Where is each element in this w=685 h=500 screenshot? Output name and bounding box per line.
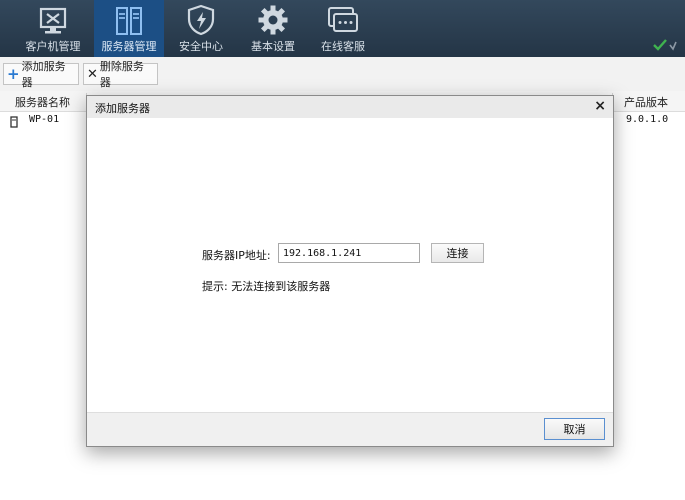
close-icon[interactable]: × [594, 98, 606, 114]
server-ip-label: 服务器IP地址: [202, 249, 271, 262]
check-icon [669, 36, 677, 55]
dialog-title-bar[interactable]: 添加服务器 × [87, 96, 613, 119]
chat-icon [323, 0, 363, 36]
shield-icon [181, 0, 221, 36]
add-server-button[interactable]: + 添加服务器 [3, 60, 79, 89]
top-nav-bar: 客户机管理 服务器管理 安全中心 基本设置 在线客服 [0, 0, 685, 57]
connection-tip: 提示: 无法连接到该服务器 [202, 280, 331, 293]
server-ip-input[interactable] [278, 243, 420, 263]
nav-label: 客户机管理 [25, 40, 81, 53]
toolbar: + 添加服务器 ✕ 删除服务器 [0, 57, 685, 92]
server-name-cell: WP-01 [29, 114, 60, 125]
dialog-body: 服务器IP地址: 连接 提示: 无法连接到该服务器 [87, 118, 613, 414]
add-server-label: 添加服务器 [21, 60, 66, 89]
server-icon [109, 0, 149, 36]
nav-item-basic-settings[interactable]: 基本设置 [242, 0, 304, 57]
nav-label: 服务器管理 [101, 40, 157, 53]
nav-item-security-center[interactable]: 安全中心 [170, 0, 232, 57]
nav-item-online-support[interactable]: 在线客服 [312, 0, 374, 57]
cancel-button[interactable]: 取消 [544, 418, 605, 440]
nav-item-client-management[interactable]: 客户机管理 [15, 0, 91, 57]
nav-label: 在线客服 [321, 40, 365, 53]
column-header-server-name[interactable]: 服务器名称 [15, 94, 70, 110]
status-check [653, 36, 677, 55]
plus-icon: + [7, 64, 20, 83]
gear-icon [253, 0, 293, 36]
column-header-product-version[interactable]: 产品版本 [624, 94, 668, 110]
delete-server-label: 删除服务器 [99, 60, 144, 89]
server-row-icon [10, 113, 18, 132]
dialog-title: 添加服务器 [95, 102, 150, 115]
delete-server-button[interactable]: ✕ 删除服务器 [83, 60, 158, 89]
product-version-cell: 9.0.1.0 [626, 114, 669, 125]
check-icon [653, 36, 667, 55]
nav-label: 安全中心 [179, 40, 223, 53]
add-server-dialog: 添加服务器 × 服务器IP地址: 连接 提示: 无法连接到该服务器 取消 [86, 95, 614, 447]
connect-button[interactable]: 连接 [431, 243, 484, 263]
monitor-tools-icon [33, 0, 73, 36]
nav-label: 基本设置 [251, 40, 295, 53]
x-icon: ✕ [87, 66, 98, 82]
dialog-footer: 取消 [87, 412, 613, 446]
nav-item-server-management[interactable]: 服务器管理 [94, 0, 164, 57]
app-window: 客户机管理 服务器管理 安全中心 基本设置 在线客服 + 添加服务器 ✕ 删除服… [0, 0, 685, 500]
